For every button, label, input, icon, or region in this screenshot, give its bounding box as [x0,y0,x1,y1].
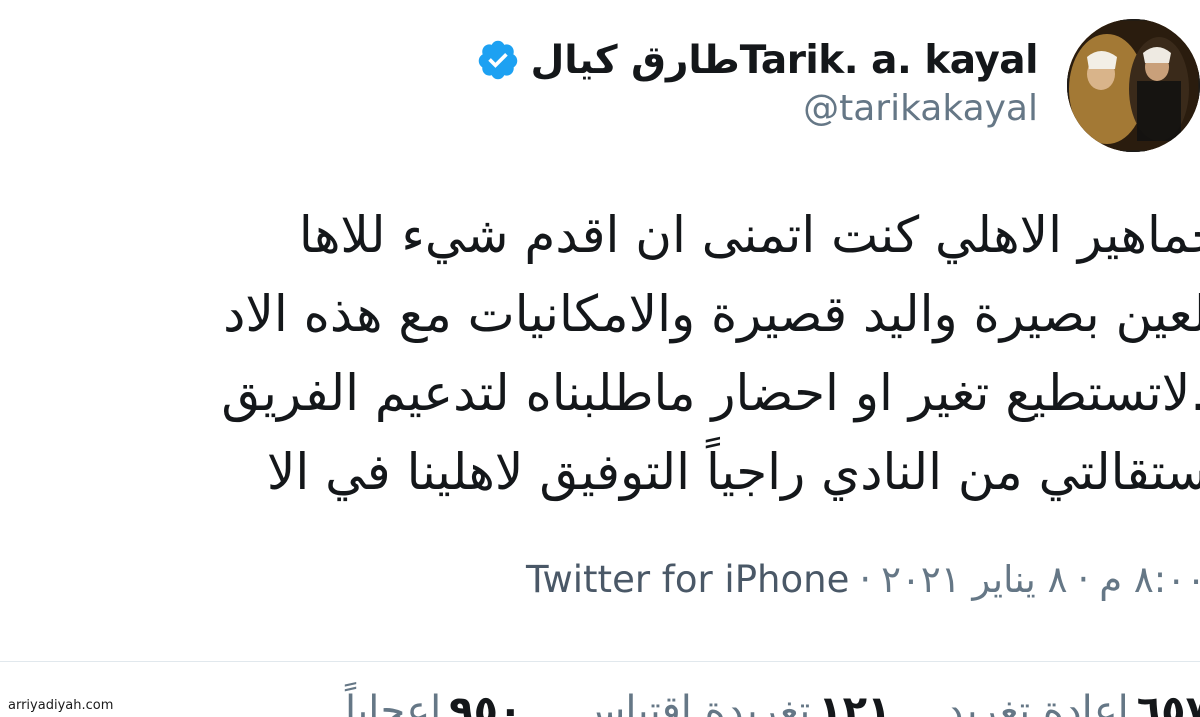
retweet-stat[interactable]: ٦٥٧إعادة تغريد [945,688,1200,717]
tweet-date[interactable]: ٨ يناير ٢٠٢١ [881,558,1067,601]
tweet-source[interactable]: Twitter for iPhone [526,558,849,601]
avatar[interactable] [1067,19,1200,152]
tweet-stats: ٦٥٧إعادة تغريد ١٢١تغريدة اقتباس ٩٥٠إعجاب… [345,688,1200,717]
tweet-text-line: العين بصيرة واليد قصيرة والامكانيات مع ه… [223,285,1200,343]
retweet-label: إعادة تغريد [945,688,1129,717]
verified-badge-icon [479,40,518,80]
like-label: إعجاباً [344,688,442,717]
retweet-count: ٦٥٧ [1136,688,1200,717]
tweet-text-line: جماهير الاهلي كنت اتمنى ان اقدم شيء للاه… [298,206,1200,264]
like-stat[interactable]: ٩٥٠إعجاباً [345,688,523,717]
tweet-meta: ٨:٠٠ م·٨ يناير ٢٠٢١·Twitter for iPhone [526,558,1200,601]
quote-count: ١٢١ [818,688,892,717]
divider [0,661,1200,662]
like-count: ٩٥٠ [449,688,523,717]
avatar-photo [1067,19,1200,152]
quote-stat[interactable]: ١٢١تغريدة اقتباس [577,688,892,717]
author-handle[interactable]: @tarikakayal [803,88,1038,129]
tweet-text-line: استقالتي من النادي راجياً التوفيق لاهلين… [266,443,1200,501]
tweet-time[interactable]: ٨:٠٠ م [1099,558,1200,601]
meta-separator: · [1077,558,1090,601]
author-name-row: طارق كيالTarik. a. kayal [476,30,1038,90]
author-display-name[interactable]: طارق كيالTarik. a. kayal [530,38,1038,83]
tweet-text: جماهير الاهلي كنت اتمنى ان اقدم شيء للاه… [0,196,1200,512]
site-watermark: arriyadiyah.com [6,698,116,713]
tweet-text-line: ..لاتستطيع تغير او احضار ماطلبناه لتدعيم… [221,364,1200,422]
quote-label: تغريدة اقتباس [576,688,811,717]
tweet-card: طارق كيالTarik. a. kayal @tarikakayal جم… [0,0,1200,717]
meta-separator: · [859,558,872,601]
